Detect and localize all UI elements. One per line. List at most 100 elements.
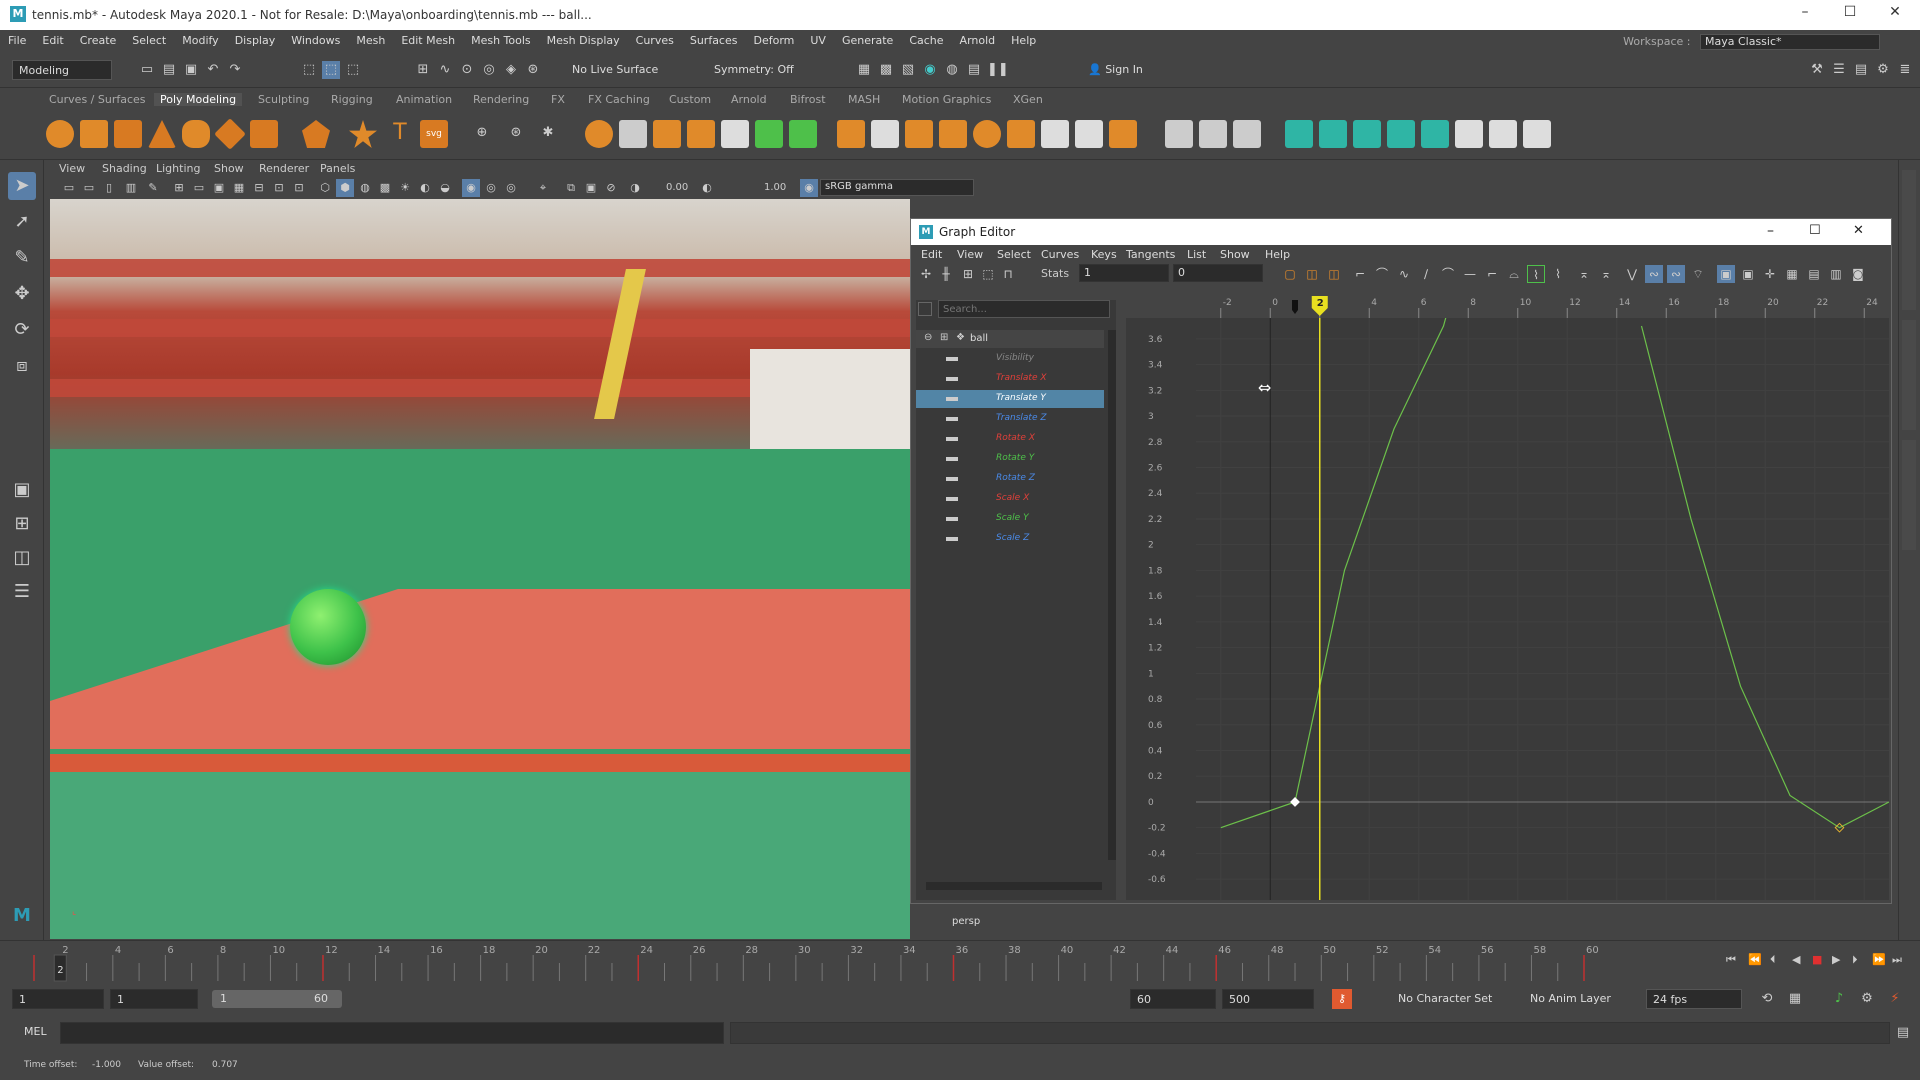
clamped-tangent-icon[interactable]: ⌒ <box>1439 265 1457 283</box>
poly-torus-icon[interactable] <box>182 120 210 148</box>
channel-row[interactable]: Translate X <box>916 370 1104 388</box>
outliner-hscrollbar[interactable] <box>926 882 1102 890</box>
cylindrical-map-icon[interactable] <box>1353 120 1381 148</box>
film-gate-icon[interactable]: ▭ <box>190 179 208 197</box>
side-tab-channel-box[interactable] <box>1902 170 1916 310</box>
trax-icon[interactable]: ▤ <box>1805 265 1823 283</box>
menu-uv[interactable]: UV <box>802 30 834 47</box>
channel-row[interactable]: Scale Z <box>916 530 1104 548</box>
swap-buffer-icon[interactable]: ◫ <box>1325 265 1343 283</box>
super-shape-icon[interactable] <box>349 120 377 148</box>
wireframe-icon[interactable]: ⬡ <box>316 179 334 197</box>
graph-menu-keys[interactable]: Keys <box>1091 248 1117 261</box>
attribute-editor-icon[interactable]: ☰ <box>1830 61 1848 79</box>
image-plane-icon[interactable]: ▥ <box>122 179 140 197</box>
insert-key-icon[interactable]: ╫ <box>937 265 955 283</box>
menu-arnold[interactable]: Arnold <box>952 30 1004 47</box>
panel-menu-show[interactable]: Show <box>214 162 244 175</box>
target-weld-icon[interactable] <box>905 120 933 148</box>
weighted-tangent-icon[interactable]: ⌇ <box>1549 265 1567 283</box>
channel-row[interactable]: Visibility <box>916 350 1104 368</box>
cut-uv-icon[interactable] <box>1455 120 1483 148</box>
wireframe-on-shaded-icon[interactable]: ◍ <box>356 179 374 197</box>
region-tool-icon[interactable]: ⬚ <box>979 265 997 283</box>
render-view-icon[interactable]: ◉ <box>921 61 939 79</box>
use-all-lights-icon[interactable]: ☀ <box>396 179 414 197</box>
step-forward-frame-icon[interactable]: ⏵ <box>1852 953 1858 967</box>
smooth-icon[interactable] <box>653 120 681 148</box>
separate-icon[interactable] <box>619 120 647 148</box>
fps-dropdown[interactable]: 24 fps <box>1646 989 1742 1009</box>
measure-icon[interactable]: ⊕ <box>470 124 494 148</box>
panel-menu-view[interactable]: View <box>59 162 85 175</box>
graph-close-button[interactable]: ✕ <box>1853 223 1864 238</box>
time-editor-icon[interactable]: ▥ <box>1827 265 1845 283</box>
scale-tool-icon[interactable]: ⧈ <box>8 352 36 380</box>
snap-grid-icon[interactable]: ⊞ <box>414 61 432 79</box>
grid-toggle-icon[interactable]: ⊞ <box>170 179 188 197</box>
time-slider[interactable]: 2 4 6 8 10 12 14 16 18 20 22 24 26 28 30 32 34 36 38 40 42 44… <box>0 940 1920 982</box>
channel-row[interactable]: Rotate Y <box>916 450 1104 468</box>
maximize-button[interactable]: ☐ <box>1830 4 1870 26</box>
graph-maximize-button[interactable]: ☐ <box>1809 223 1821 238</box>
graph-curve-area[interactable]: 3.6 3.4 3.2 3 2.8 2.6 2.4 2.2 2 1.8 1.6 1.4 1.2 1 0.8 0… <box>1126 318 1889 900</box>
bridge-icon[interactable] <box>789 120 817 148</box>
new-scene-icon[interactable]: ▭ <box>138 61 156 79</box>
play-backward-icon[interactable]: ◀ <box>1792 953 1800 966</box>
tab-poly-modeling[interactable]: Poly Modeling <box>154 93 243 106</box>
poly-sphere-icon[interactable] <box>46 120 74 148</box>
single-view-icon[interactable]: ▣ <box>8 476 36 504</box>
sign-in-button[interactable]: 👤 Sign In <box>1082 60 1202 80</box>
panel-menu-lighting[interactable]: Lighting <box>156 162 200 175</box>
collapse-icon[interactable] <box>939 120 967 148</box>
channel-row[interactable]: Scale X <box>916 490 1104 508</box>
snap-view-icon[interactable]: ◎ <box>480 61 498 79</box>
spherical-map-icon[interactable] <box>1387 120 1415 148</box>
center-pivot-icon[interactable]: ✱ <box>536 124 560 148</box>
auto-tangent-icon[interactable]: ⌇ <box>1527 265 1545 283</box>
channel-row[interactable]: Rotate X <box>916 430 1104 448</box>
multi-cut-icon[interactable] <box>871 120 899 148</box>
menu-deform[interactable]: Deform <box>745 30 802 47</box>
workspace-dropdown[interactable]: Maya Classic* <box>1700 34 1880 50</box>
pause-viewport-icon[interactable]: ❚❚ <box>987 61 1009 79</box>
insert-edge-loop-icon[interactable] <box>1165 120 1193 148</box>
step-back-key-icon[interactable]: ⏪ <box>1748 953 1762 966</box>
triangulate-icon[interactable] <box>1109 120 1137 148</box>
auto-key-icon[interactable]: ⚷ <box>1332 989 1352 1009</box>
channel-row[interactable]: Translate Z <box>916 410 1104 428</box>
dope-sheet-icon[interactable]: ▦ <box>1783 265 1801 283</box>
side-tab-modeling-toolkit[interactable] <box>1902 320 1916 430</box>
outliner-search-input[interactable] <box>938 300 1110 318</box>
tool-settings-icon[interactable]: ⚙ <box>1874 61 1892 79</box>
open-scene-icon[interactable]: ▤ <box>160 61 178 79</box>
collapse-icon[interactable]: ⊖ <box>924 332 932 343</box>
rotate-tool-icon[interactable]: ⟳ <box>8 316 36 344</box>
close-button[interactable]: ✕ <box>1875 4 1915 26</box>
redo-icon[interactable]: ↷ <box>226 61 244 79</box>
menu-select[interactable]: Select <box>124 30 174 47</box>
tab-bifrost[interactable]: Bifrost <box>790 93 826 106</box>
camera-attributes-icon[interactable]: ▭ <box>80 179 98 197</box>
select-hierarchy-icon[interactable]: ⬚ <box>300 61 318 79</box>
channel-row[interactable]: Translate Y <box>916 390 1104 408</box>
ipr-render-icon[interactable]: ▧ <box>899 61 917 79</box>
frame-all-icon[interactable]: ✛ <box>1761 265 1779 283</box>
normalize-icon[interactable]: ⋁ <box>1623 265 1641 283</box>
playback-start-field[interactable]: 1 <box>110 989 198 1009</box>
anim-layer-dropdown[interactable]: No Anim Layer <box>1524 989 1634 1009</box>
poke-icon[interactable] <box>1075 120 1103 148</box>
script-editor-icon[interactable]: ▤ <box>1894 1024 1912 1042</box>
modeling-toolkit-icon[interactable]: ⚒ <box>1808 61 1826 79</box>
gate-mask-icon[interactable]: ▦ <box>230 179 248 197</box>
graph-menu-select[interactable]: Select <box>997 248 1031 261</box>
tab-xgen[interactable]: XGen <box>1013 93 1043 106</box>
shadows-icon[interactable]: ◐ <box>416 179 434 197</box>
animation-end-field[interactable]: 500 <box>1222 989 1314 1009</box>
lasso-tool-icon[interactable]: ➚ <box>8 208 36 236</box>
menu-windows[interactable]: Windows <box>283 30 348 47</box>
outliner-layout-icon[interactable]: ☰ <box>8 578 36 606</box>
uv-editor-icon[interactable] <box>1285 120 1313 148</box>
camera-sequencer-icon[interactable]: ◙ <box>1849 265 1867 283</box>
paint-select-icon[interactable]: ✎ <box>8 244 36 272</box>
